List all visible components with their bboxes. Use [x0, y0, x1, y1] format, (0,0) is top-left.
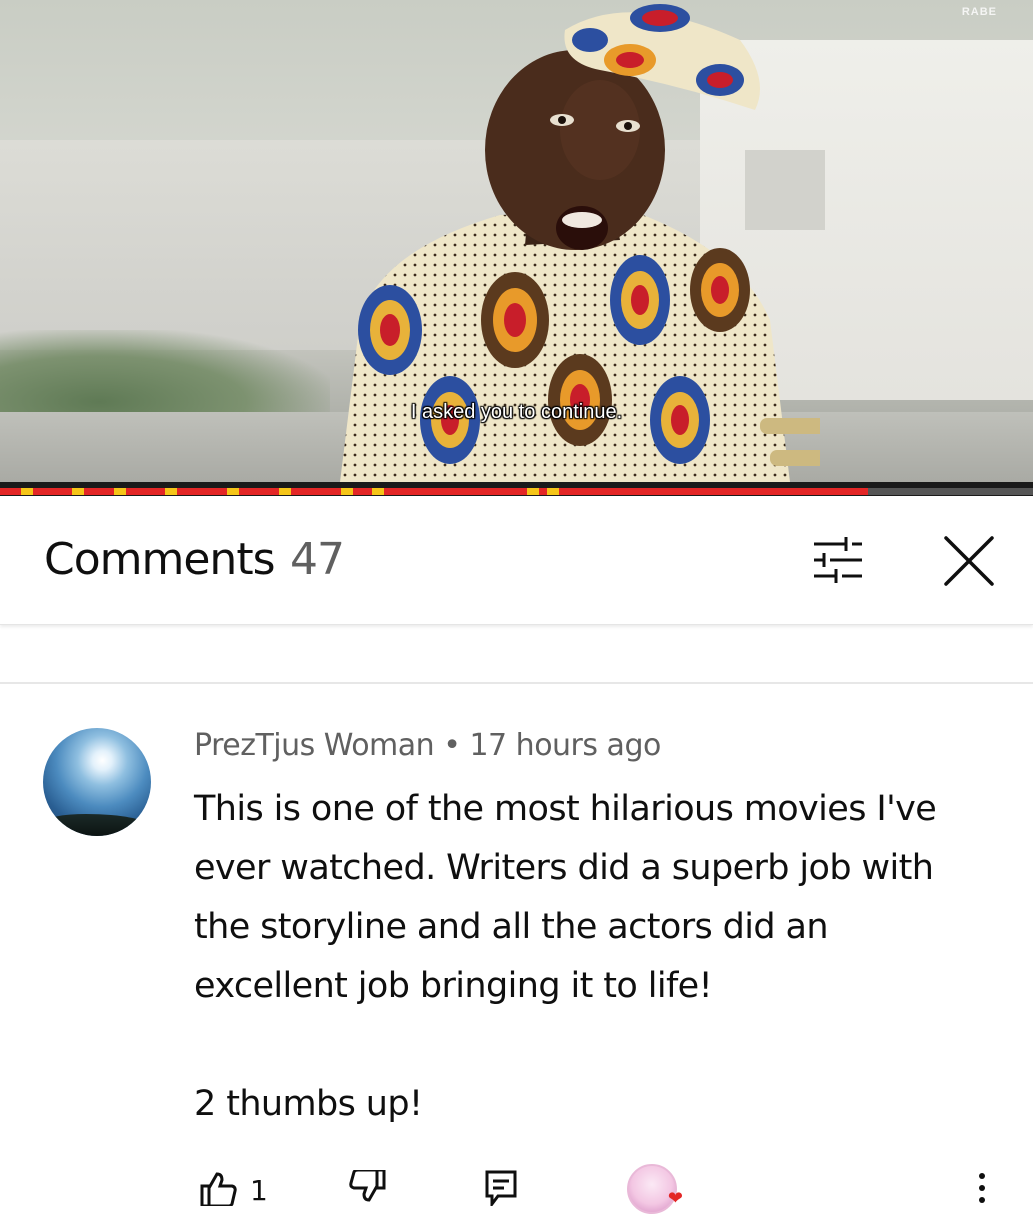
ad-marker: [340, 488, 353, 495]
comment-author[interactable]: PrezTjus Woman: [194, 728, 435, 763]
comment-body: This is one of the most hilarious movies…: [194, 780, 994, 1134]
ad-marker: [165, 488, 178, 495]
like-count: 1: [250, 1174, 268, 1207]
like-button[interactable]: [198, 1170, 238, 1210]
commenter-avatar[interactable]: [43, 728, 151, 836]
heart-icon: ❤: [667, 1188, 683, 1209]
comments-title: Comments: [44, 534, 275, 585]
comment-meta: PrezTjus Woman • 17 hours ago: [194, 728, 661, 763]
sliders-icon: [814, 537, 862, 583]
comments-count: 47: [290, 534, 345, 585]
avatar-landscape: [43, 814, 151, 836]
comment-actions: 1 ❤: [194, 1164, 1014, 1214]
reply-button[interactable]: [484, 1170, 518, 1210]
ad-marker: [371, 488, 384, 495]
section-divider: [0, 682, 1033, 684]
progress-remaining: [867, 488, 1033, 495]
close-icon: [944, 536, 994, 586]
ad-marker: [526, 488, 539, 495]
thumbs-down-icon: [349, 1168, 386, 1202]
ad-marker: [547, 488, 560, 495]
meta-separator: •: [443, 728, 461, 763]
ad-marker: [113, 488, 126, 495]
reply-icon: [485, 1170, 517, 1209]
ad-marker: [72, 488, 85, 495]
close-comments-button[interactable]: [940, 532, 998, 590]
ad-marker: [227, 488, 240, 495]
video-progress-bar[interactable]: [0, 482, 1033, 496]
comment-closing-line: 2 thumbs up!: [194, 1084, 423, 1124]
comments-header: Comments 47: [0, 496, 1033, 625]
comment-line: This is one of the most hilarious movies…: [194, 789, 937, 829]
comment-line: the storyline and all the actors did an: [194, 907, 829, 947]
thumbs-up-icon: [200, 1172, 237, 1208]
ad-marker: [278, 488, 291, 495]
channel-watermark: RABE: [961, 6, 997, 18]
ad-marker: [20, 488, 33, 495]
comment-line: ever watched. Writers did a superb job w…: [194, 848, 934, 888]
video-player[interactable]: RABE I asked you to continue.: [0, 0, 1033, 482]
sort-comments-button[interactable]: [808, 532, 868, 588]
video-subtitle: I asked you to continue.: [410, 401, 623, 423]
dislike-button[interactable]: [348, 1168, 388, 1210]
progress-played: [0, 488, 868, 495]
comment-time: 17 hours ago: [469, 728, 661, 763]
creator-heart-avatar: ❤: [627, 1164, 683, 1214]
more-vert-icon: [979, 1173, 985, 1203]
comment-line: excellent job bringing it to life!: [194, 966, 713, 1006]
comment-more-button[interactable]: [974, 1170, 990, 1210]
